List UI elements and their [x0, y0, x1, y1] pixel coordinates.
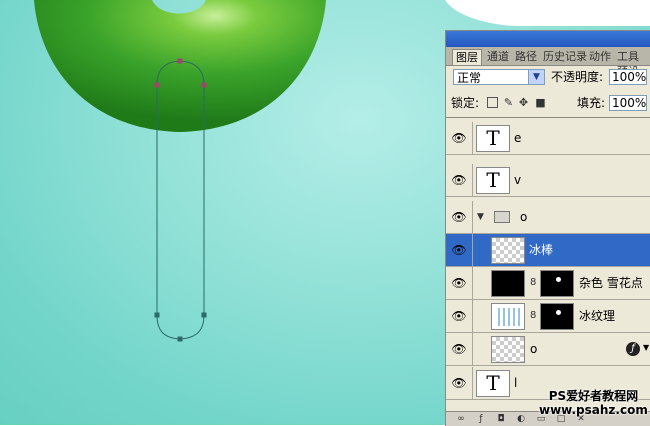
divider	[472, 164, 473, 197]
layer-thumbnail	[491, 303, 525, 330]
lock-transparent-icon[interactable]	[487, 97, 498, 108]
text-layer-thumbnail: T	[476, 167, 510, 194]
watermark: PS爱好者教程网 www.psahz.com	[539, 389, 648, 417]
layer-row-e[interactable]: 👁 T e	[446, 122, 650, 155]
fill-label: 填充:	[577, 96, 606, 110]
eye-icon[interactable]: 👁	[450, 172, 468, 188]
anchor-point	[154, 312, 160, 318]
white-shape	[445, 0, 650, 26]
opacity-label: 不透明度:	[551, 70, 604, 84]
layer-effects-icon[interactable]: ƒ	[626, 342, 640, 356]
tab-tool-presets[interactable]: 工具预设	[614, 49, 650, 78]
eye-icon[interactable]: 👁	[450, 275, 468, 291]
expand-arrow-icon[interactable]: ▼	[477, 212, 484, 222]
text-layer-thumbnail: T	[476, 125, 510, 152]
lock-paint-icon[interactable]: ✎	[503, 97, 514, 108]
layer-row-v[interactable]: 👁 T v	[446, 164, 650, 197]
eye-icon[interactable]: 👁	[450, 375, 468, 391]
layer-name[interactable]: l	[514, 367, 517, 400]
eye-icon[interactable]: 👁	[450, 209, 468, 225]
tab-actions[interactable]: 动作	[586, 49, 614, 65]
anchor-point	[201, 312, 207, 318]
layer-thumbnail	[491, 237, 525, 264]
layer-thumbnail	[491, 270, 525, 297]
lock-label: 锁定:	[451, 96, 480, 110]
divider	[472, 122, 473, 155]
eye-icon[interactable]: 👁	[450, 341, 468, 357]
divider	[472, 300, 473, 333]
divider	[472, 367, 473, 400]
fill-field[interactable]: 100%	[609, 95, 647, 111]
eye-icon[interactable]: 👁	[450, 130, 468, 146]
layer-name[interactable]: o	[530, 333, 537, 366]
blend-mode-value: 正常	[457, 71, 482, 85]
divider	[472, 267, 473, 300]
tab-paths[interactable]: 路径	[512, 49, 540, 65]
eye-icon[interactable]: 👁	[450, 308, 468, 324]
layer-row-popsicle[interactable]: 👁 冰棒	[446, 234, 650, 267]
watermark-line2: www.psahz.com	[539, 403, 648, 417]
add-mask-icon[interactable]: ◘	[496, 414, 506, 424]
layers-panel: 图层 通道 路径 历史记录 动作 工具预设 正常 ▼ 不透明度: 100% 锁定…	[445, 30, 650, 426]
layer-group-o[interactable]: 👁 ▼ o	[446, 201, 650, 234]
layer-name[interactable]: 冰棒	[529, 234, 553, 267]
layer-row-ice-texture[interactable]: 👁 8 冰纹理	[446, 300, 650, 333]
layer-name[interactable]: e	[514, 122, 521, 155]
adjustment-layer-icon[interactable]: ◐	[516, 414, 526, 424]
divider	[472, 333, 473, 366]
layer-name[interactable]: 冰纹理	[579, 300, 615, 333]
anchor-point	[177, 336, 183, 342]
link-layers-icon[interactable]: ∞	[456, 414, 466, 424]
opacity-field[interactable]: 100%	[609, 69, 647, 85]
layer-mask-thumbnail[interactable]	[540, 303, 574, 330]
tab-channels[interactable]: 通道	[484, 49, 512, 65]
layer-name[interactable]: o	[520, 201, 527, 234]
anchor-point	[177, 58, 183, 64]
divider	[446, 117, 650, 118]
panel-tabs: 图层 通道 路径 历史记录 动作 工具预设	[446, 47, 650, 78]
layer-name[interactable]: v	[514, 164, 521, 197]
layer-row-o[interactable]: 👁 o ƒ ▼	[446, 333, 650, 366]
layer-mask-thumbnail[interactable]	[540, 270, 574, 297]
chevron-down-icon[interactable]: ▼	[528, 70, 544, 84]
lock-move-icon[interactable]: ✥	[518, 97, 529, 108]
text-layer-thumbnail: T	[476, 370, 510, 397]
anchor-point	[154, 82, 160, 88]
lock-all-icon[interactable]: ■	[535, 97, 546, 108]
panel-titlebar[interactable]	[446, 31, 650, 47]
folder-icon	[494, 211, 510, 223]
chain-link-icon[interactable]: 8	[530, 309, 536, 323]
eye-icon[interactable]: 👁	[450, 242, 468, 258]
layer-row-noise[interactable]: 👁 8 杂色 雪花点	[446, 267, 650, 300]
tab-history[interactable]: 历史记录	[540, 49, 590, 65]
green-donut-shape	[34, 0, 326, 132]
blend-mode-select[interactable]: 正常 ▼	[453, 69, 545, 85]
add-style-icon[interactable]: ƒ	[476, 414, 486, 424]
chain-link-icon[interactable]: 8	[530, 276, 536, 290]
watermark-line1: PS爱好者教程网	[548, 389, 639, 403]
anchor-point	[201, 82, 207, 88]
divider	[472, 234, 473, 267]
expand-arrow-icon[interactable]: ▼	[643, 343, 649, 352]
divider	[472, 201, 473, 234]
layer-name[interactable]: 杂色 雪花点	[579, 267, 643, 300]
layer-thumbnail	[491, 336, 525, 363]
tab-layers[interactable]: 图层	[452, 49, 482, 65]
